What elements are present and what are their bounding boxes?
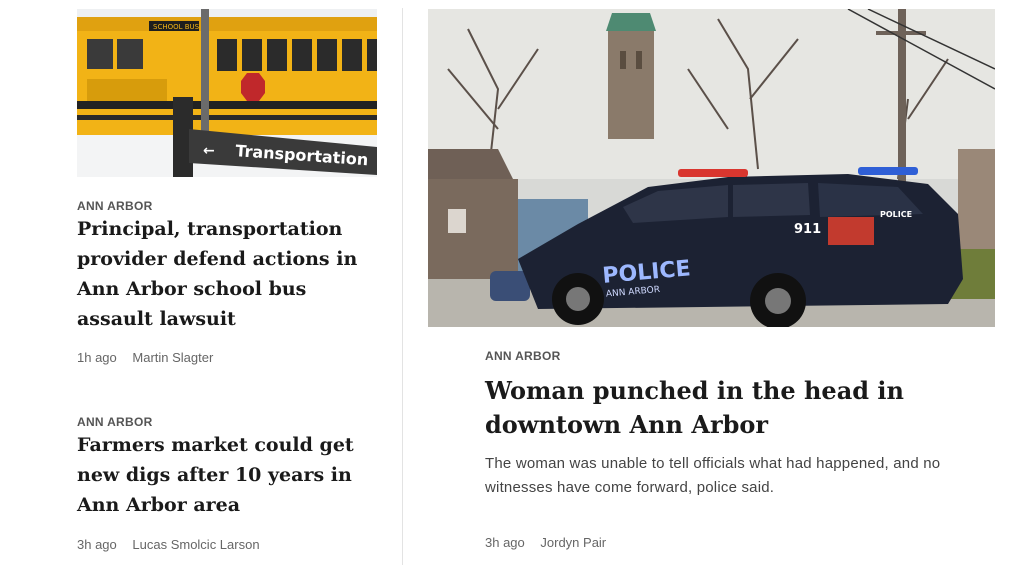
police-rear-text: POLICE xyxy=(880,210,912,219)
svg-text:←: ← xyxy=(203,143,215,159)
story-summary: The woman was unable to tell officials w… xyxy=(485,455,941,496)
school-bus-photo: SCHOOL BUS ← Transportation xyxy=(77,9,377,177)
story-meta: 3h ago Jordyn Pair xyxy=(485,535,618,550)
story-age: 1h ago xyxy=(77,350,117,365)
story-author[interactable]: Jordyn Pair xyxy=(540,535,606,550)
story-image-school-bus[interactable]: SCHOOL BUS ← Transportation xyxy=(77,9,377,177)
story-age: 3h ago xyxy=(485,535,525,550)
story-kicker[interactable]: ANN ARBOR xyxy=(77,415,153,429)
story-image-police-car[interactable]: POLICE ANN ARBOR 911 POLICE xyxy=(428,9,995,327)
police-unit-text: 911 xyxy=(794,222,821,237)
story-headline-link[interactable]: Principal, transportation provider defen… xyxy=(77,214,382,334)
bus-text: SCHOOL BUS xyxy=(153,23,200,31)
column-divider xyxy=(402,8,403,565)
story-meta: 1h ago Martin Slagter xyxy=(77,350,225,365)
story-headline-link[interactable]: Woman punched in the head in downtown An… xyxy=(485,374,965,442)
police-car-photo: POLICE ANN ARBOR 911 POLICE xyxy=(428,9,995,327)
story-kicker[interactable]: ANN ARBOR xyxy=(485,349,561,363)
story-author[interactable]: Martin Slagter xyxy=(132,350,213,365)
story-headline-link[interactable]: Farmers market could get new digs after … xyxy=(77,430,382,520)
story-kicker[interactable]: ANN ARBOR xyxy=(77,199,153,213)
story-age: 3h ago xyxy=(77,537,117,552)
story-author[interactable]: Lucas Smolcic Larson xyxy=(132,537,259,552)
story-meta: 3h ago Lucas Smolcic Larson xyxy=(77,537,272,552)
